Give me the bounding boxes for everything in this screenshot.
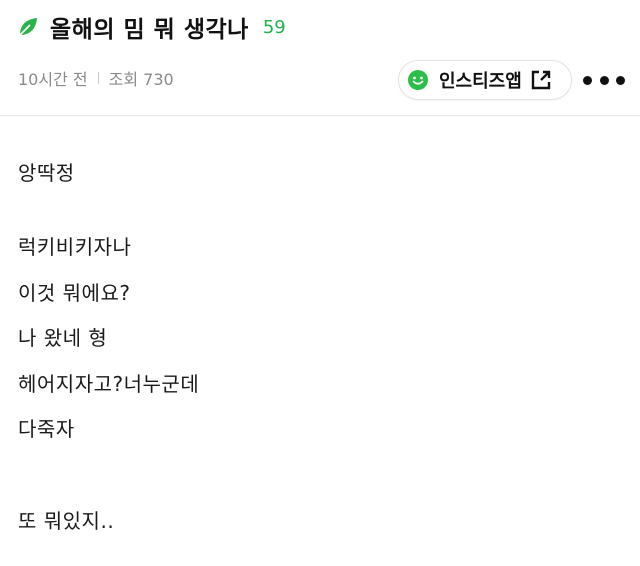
external-link-icon: [530, 69, 552, 91]
dot: [616, 75, 625, 85]
leaf-icon: [16, 15, 40, 39]
post-time: 10시간 전: [18, 70, 88, 89]
content-line: 앙딱정: [18, 161, 75, 185]
post-title: 올해의 밈 뭐 생각나: [50, 17, 249, 43]
post-meta: 10시간 전 조회 730: [18, 66, 174, 90]
dot: [599, 75, 609, 85]
content-line: 럭키비키자나: [18, 235, 132, 259]
dot: [583, 75, 592, 85]
content-line: 나 왔네 형: [18, 326, 108, 350]
content-line: 이것 뭐에요?: [18, 281, 131, 305]
more-dots-icon[interactable]: [583, 70, 625, 90]
meta-divider: [97, 72, 99, 84]
comment-count[interactable]: 59: [263, 17, 286, 38]
post-page: 올해의 밈 뭐 생각나 59 10시간 전 조회 730 인스티즈앱 앙딱정 럭…: [0, 0, 640, 566]
open-in-app-label: 인스티즈앱: [439, 71, 522, 92]
content-line: 또 뭐있지..: [18, 509, 115, 533]
content-line: 다죽자: [18, 417, 75, 441]
post-header: 올해의 밈 뭐 생각나 59: [16, 8, 286, 46]
smile-icon: [407, 69, 429, 91]
content-line: 헤어지자고?너누군데: [18, 372, 200, 396]
header-divider: [0, 115, 640, 116]
view-count: 조회 730: [108, 70, 174, 89]
open-in-app-button[interactable]: 인스티즈앱: [398, 60, 572, 100]
